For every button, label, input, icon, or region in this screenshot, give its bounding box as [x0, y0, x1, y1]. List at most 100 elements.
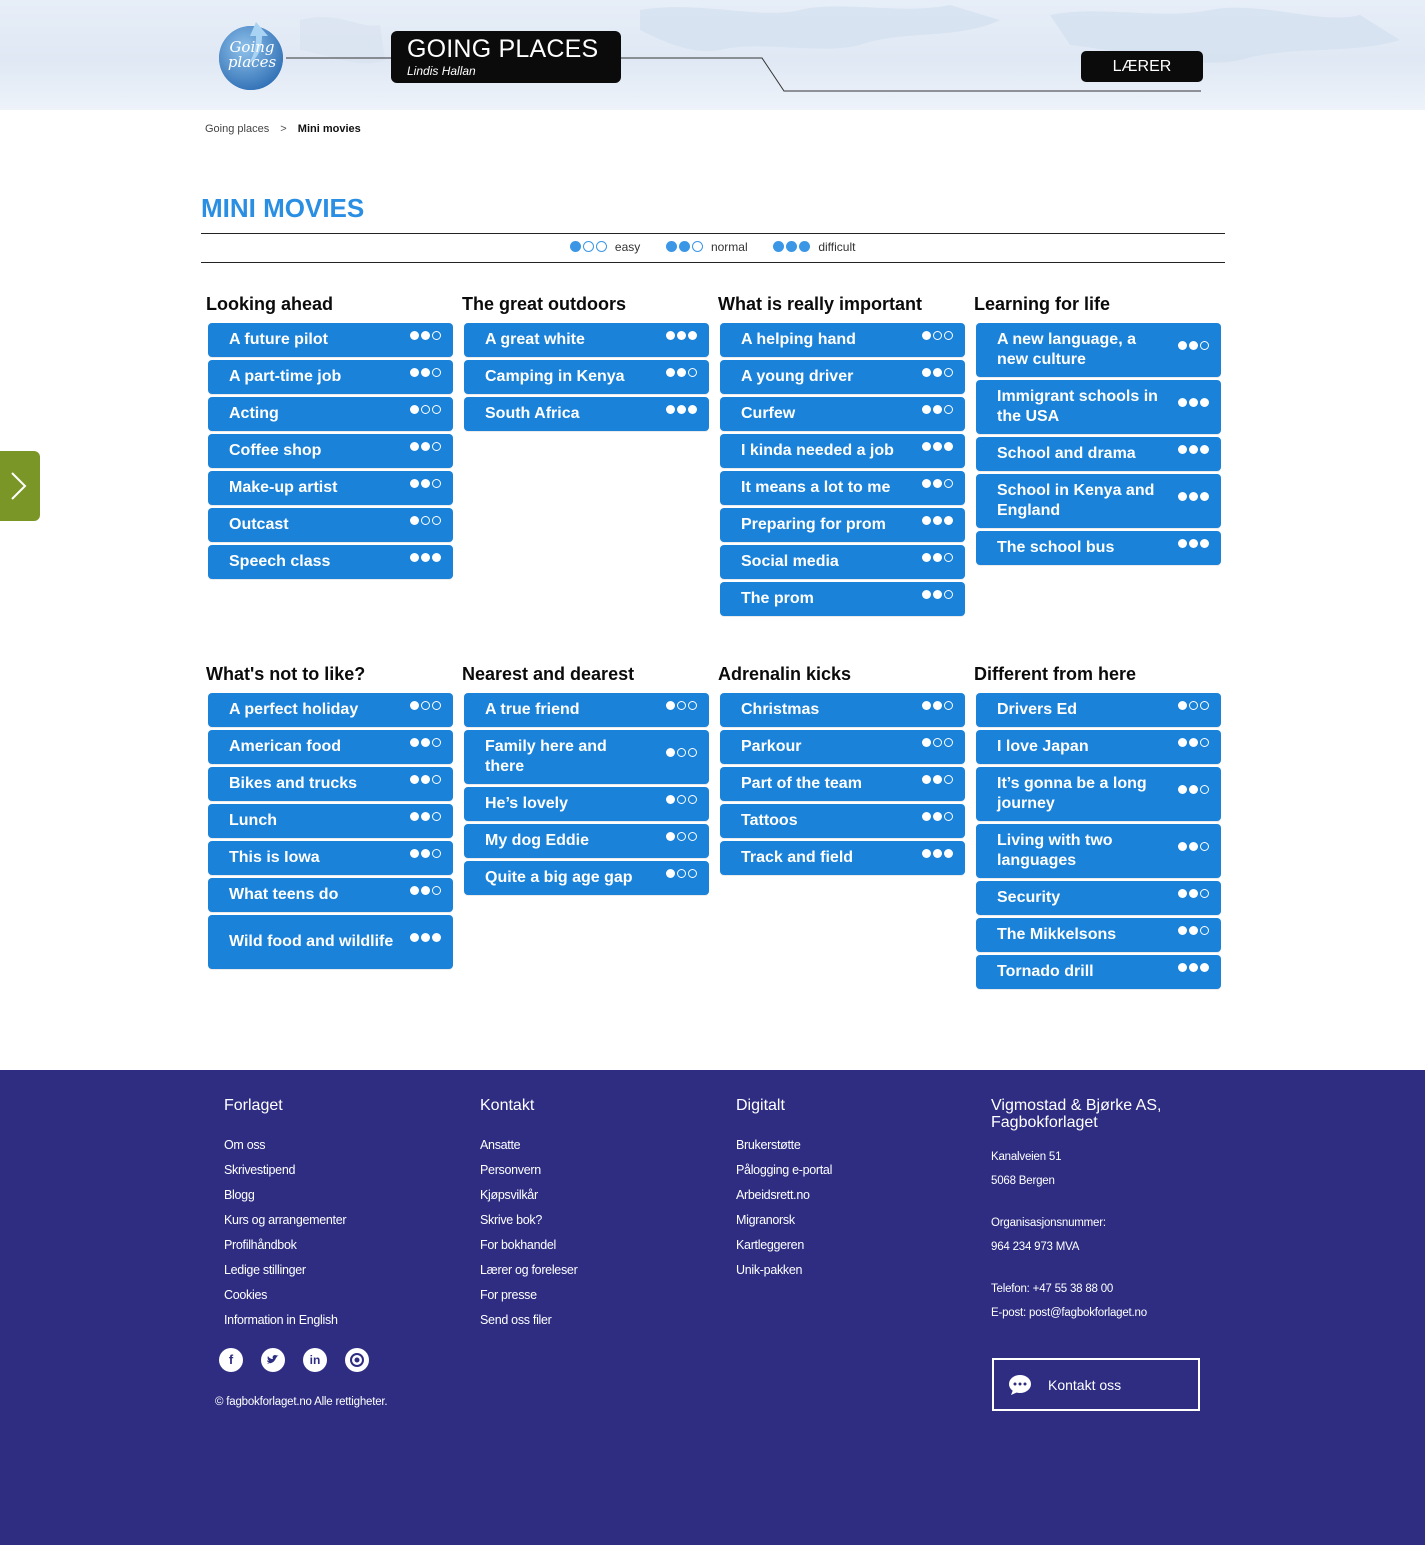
mini-movie-title: This is Iowa — [229, 849, 320, 866]
footer-link[interactable]: For presse — [480, 1283, 577, 1308]
mini-movie-link[interactable]: A perfect holiday — [208, 693, 453, 727]
side-panel-toggle[interactable] — [0, 451, 40, 521]
mini-movie-link[interactable]: A great white — [464, 323, 709, 357]
difficulty-dots-icon — [920, 441, 953, 461]
mini-movie-link[interactable]: The Mikkelsons — [976, 918, 1221, 952]
mini-movie-link[interactable]: A part-time job — [208, 360, 453, 394]
mini-movie-link[interactable]: School and drama — [976, 437, 1221, 471]
mini-movie-link[interactable]: This is Iowa — [208, 841, 453, 875]
mini-movie-link[interactable]: The school bus — [976, 531, 1221, 565]
difficulty-dots-icon — [569, 240, 609, 254]
footer-link[interactable]: Lærer og foreleser — [480, 1258, 578, 1283]
instagram-icon[interactable] — [345, 1348, 369, 1372]
difficulty-dots-icon — [408, 404, 441, 424]
difficulty-dots-icon — [920, 700, 953, 720]
footer-link[interactable]: Migranorsk — [736, 1208, 832, 1233]
footer-link[interactable]: Brukerstøtte — [736, 1133, 832, 1158]
difficulty-dots-icon — [665, 240, 705, 254]
mini-movie-link[interactable]: Coffee shop — [208, 434, 453, 468]
mini-movie-link[interactable]: Track and field — [720, 841, 965, 875]
mini-movie-title: A young driver — [741, 368, 854, 385]
mini-movie-link[interactable]: Family here and there — [464, 730, 709, 784]
mini-movie-link[interactable]: South Africa — [464, 397, 709, 431]
legend-easy: easy — [569, 240, 640, 254]
mini-movie-link[interactable]: Lunch — [208, 804, 453, 838]
mini-movie-link[interactable]: Outcast — [208, 508, 453, 542]
teacher-role-button[interactable]: LÆRER — [1081, 51, 1203, 82]
footer-link[interactable]: Cookies — [224, 1283, 346, 1308]
mini-movie-link[interactable]: A young driver — [720, 360, 965, 394]
footer-link[interactable]: Information in English — [224, 1308, 346, 1333]
mini-movie-link[interactable]: The prom — [720, 582, 965, 616]
footer-link[interactable]: Kjøpsvilkår — [480, 1183, 577, 1208]
site-header: Going places GOING PLACES Lindis Hallan … — [0, 0, 1425, 110]
mini-movie-link[interactable]: Wild food and wildlife — [208, 915, 453, 969]
mini-movie-link[interactable]: School in Kenya and England — [976, 474, 1221, 528]
mini-movie-link[interactable]: A future pilot — [208, 323, 453, 357]
mini-movie-link[interactable]: It’s gonna be a long journey — [976, 767, 1221, 821]
mini-movie-link[interactable]: Security — [976, 881, 1221, 915]
footer-link[interactable]: Personvern — [480, 1158, 577, 1183]
mini-movie-link[interactable]: Bikes and trucks — [208, 767, 453, 801]
mini-movie-link[interactable]: Drivers Ed — [976, 693, 1221, 727]
footer-link[interactable]: Skrivestipend — [224, 1158, 346, 1183]
topic-group-title: Looking ahead — [206, 294, 334, 314]
mini-movie-link[interactable]: American food — [208, 730, 453, 764]
site-title-box[interactable]: GOING PLACES Lindis Hallan — [391, 31, 621, 83]
difficulty-dots-icon — [1176, 925, 1209, 945]
difficulty-dots-icon — [1176, 784, 1209, 804]
mini-movie-link[interactable]: Camping in Kenya — [464, 360, 709, 394]
mini-movie-link[interactable]: Make-up artist — [208, 471, 453, 505]
footer-link[interactable]: Ledige stillinger — [224, 1258, 346, 1283]
mini-movie-link[interactable]: Curfew — [720, 397, 965, 431]
mini-movie-link[interactable]: I love Japan — [976, 730, 1221, 764]
mini-movie-link[interactable]: A new language, a new culture — [976, 323, 1221, 377]
mini-movie-link[interactable]: Tattoos — [720, 804, 965, 838]
footer-link[interactable]: Pålogging e-portal — [736, 1158, 832, 1183]
footer-link[interactable]: Unik-pakken — [736, 1258, 832, 1283]
difficulty-dots-icon — [408, 885, 441, 905]
footer-link[interactable]: Profilhåndbok — [224, 1233, 346, 1258]
mini-movie-title: Bikes and trucks — [229, 775, 358, 792]
org-number-label: Organisasjonsnummer: — [991, 1217, 1106, 1229]
mini-movie-link[interactable]: Acting — [208, 397, 453, 431]
footer-link[interactable]: For bokhandel — [480, 1233, 577, 1258]
footer-link[interactable]: Arbeidsrett.no — [736, 1183, 832, 1208]
mini-movie-title: Social media — [741, 553, 839, 570]
mini-movie-link[interactable]: He’s lovely — [464, 787, 709, 821]
mini-movie-link[interactable]: My dog Eddie — [464, 824, 709, 858]
mini-movie-link[interactable]: Speech class — [208, 545, 453, 579]
facebook-icon[interactable]: f — [219, 1348, 243, 1372]
mini-movie-link[interactable]: Christmas — [720, 693, 965, 727]
mini-movie-link[interactable]: Immigrant schools in the USA — [976, 380, 1221, 434]
mini-movie-link[interactable]: A helping hand — [720, 323, 965, 357]
linkedin-icon[interactable]: in — [303, 1348, 327, 1372]
mini-movie-link[interactable]: Part of the team — [720, 767, 965, 801]
company-phone[interactable]: Telefon: +47 55 38 88 00 — [991, 1277, 1191, 1301]
mini-movie-link[interactable]: What teens do — [208, 878, 453, 912]
header-decorative-lines — [286, 57, 1201, 92]
footer-link[interactable]: Om oss — [224, 1133, 346, 1158]
footer-link[interactable]: Ansatte — [480, 1133, 577, 1158]
footer-link[interactable]: Send oss filer — [480, 1308, 577, 1333]
footer-link[interactable]: Kurs og arrangementer — [224, 1208, 347, 1233]
topic-group-title: Adrenalin kicks — [718, 664, 852, 684]
mini-movie-link[interactable]: Living with two languages — [976, 824, 1221, 878]
mini-movie-link[interactable]: Preparing for prom — [720, 508, 965, 542]
footer-link[interactable]: Kartleggeren — [736, 1233, 832, 1258]
breadcrumb-home-link[interactable]: Going places — [205, 123, 269, 135]
topic-group: Nearest and dearest A true friend Family … — [462, 663, 709, 898]
footer-link[interactable]: Blogg — [224, 1183, 346, 1208]
twitter-icon[interactable] — [261, 1348, 285, 1372]
mini-movie-link[interactable]: It means a lot to me — [720, 471, 965, 505]
mini-movie-title: It’s gonna be a long journey — [997, 775, 1147, 812]
mini-movie-link[interactable]: Tornado drill — [976, 955, 1221, 989]
company-email[interactable]: E-post: post@fagbokforlaget.no — [991, 1301, 1191, 1325]
footer-link[interactable]: Skrive bok? — [480, 1208, 577, 1233]
mini-movie-link[interactable]: Social media — [720, 545, 965, 579]
contact-us-button[interactable]: Kontakt oss — [992, 1358, 1200, 1411]
mini-movie-link[interactable]: A true friend — [464, 693, 709, 727]
mini-movie-link[interactable]: I kinda needed a job — [720, 434, 965, 468]
mini-movie-link[interactable]: Quite a big age gap — [464, 861, 709, 895]
mini-movie-link[interactable]: Parkour — [720, 730, 965, 764]
